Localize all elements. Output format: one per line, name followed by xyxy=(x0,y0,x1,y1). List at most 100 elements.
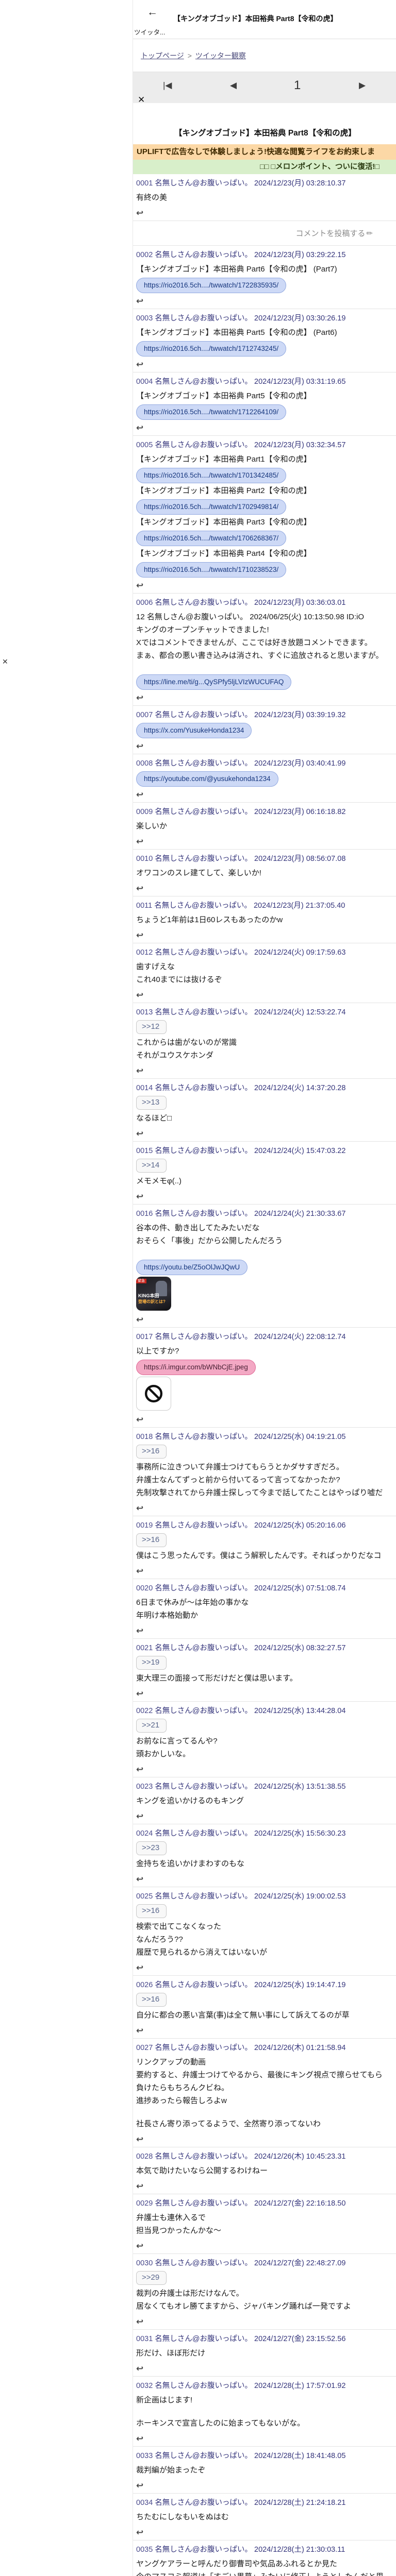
breadcrumb-current-link[interactable]: ツイッター観察 xyxy=(195,52,246,60)
reply-icon[interactable]: ↩ xyxy=(136,790,143,800)
quote-anchor-link[interactable]: >>23 xyxy=(136,1841,167,1855)
close-icon[interactable]: ✕ xyxy=(138,95,145,105)
reply-icon[interactable]: ↩ xyxy=(136,208,143,218)
melon-banner[interactable]: □□ □メロンポイント、ついに復活!□ xyxy=(133,160,396,174)
reply-icon[interactable]: ↩ xyxy=(136,1689,143,1699)
link-pill[interactable]: https://rio2016.5ch..../twwatch/17228359… xyxy=(136,278,287,293)
reply-icon[interactable]: ↩ xyxy=(136,2241,143,2251)
post-number: 0028 xyxy=(136,2153,153,2161)
reply-icon[interactable]: ↩ xyxy=(136,1765,143,1774)
link-pill[interactable]: https://youtu.be/Z5oOlJwJQwU xyxy=(136,1260,248,1275)
reply-icon[interactable]: ↩ xyxy=(136,2364,143,2374)
post-date: 2024/12/23(月) 21:37:05.40 xyxy=(253,902,345,910)
post-date: 2024/12/25(水) 15:56:30.23 xyxy=(254,1829,346,1838)
link-pill[interactable]: https://youtube.com/@yusukehonda1234 xyxy=(136,771,278,787)
link-pill[interactable]: https://rio2016.5ch..../twwatch/17062683… xyxy=(136,531,287,546)
reply-icon[interactable]: ↩ xyxy=(136,837,143,846)
reply-icon[interactable]: ↩ xyxy=(136,2134,143,2144)
post-author: 名無しさん@お腹いっぱい。 xyxy=(155,251,253,259)
quote-anchor-link[interactable]: >>13 xyxy=(136,1096,167,1110)
post-date: 2024/12/23(月) 08:56:07.08 xyxy=(254,855,346,863)
quote-anchor-link[interactable]: >>16 xyxy=(136,1993,167,2007)
reply-row: ↩ xyxy=(136,1192,396,1202)
reply-icon[interactable]: ↩ xyxy=(136,360,143,369)
post-item: 0030 名無しさん@お腹いっぱい。 2024/12/27(金) 22:48:2… xyxy=(133,2254,396,2330)
post-text-line: 自分に都合の悪い言葉(事)は全て無い事にして訴えてるのが草 xyxy=(136,2011,350,2020)
post-date: 2024/12/25(水) 08:32:27.57 xyxy=(254,1644,346,1652)
reply-icon[interactable]: ↩ xyxy=(136,693,143,703)
post-number: 0007 xyxy=(136,711,153,719)
reply-icon[interactable]: ↩ xyxy=(136,990,143,1000)
breadcrumb-home-link[interactable]: トップページ xyxy=(141,52,184,60)
quote-anchor-link[interactable]: >>16 xyxy=(136,1533,167,1547)
post-author: 名無しさん@お腹いっぱい。 xyxy=(155,1981,253,1989)
post-author: 名無しさん@お腹いっぱい。 xyxy=(155,1783,253,1791)
reply-row: ↩ xyxy=(136,1689,396,1699)
reply-icon[interactable]: ↩ xyxy=(136,2181,143,2191)
post-text-line: 検索で出てこなくなった xyxy=(136,1922,222,1931)
reply-icon[interactable]: ↩ xyxy=(136,1066,143,1076)
link-pill[interactable]: https://i.imgur.com/bWNbCjE.jpeg xyxy=(136,1360,256,1375)
reply-icon[interactable]: ↩ xyxy=(136,884,143,893)
link-pill[interactable]: https://x.com/YusukeHonda1234 xyxy=(136,723,252,738)
reply-icon[interactable]: ↩ xyxy=(136,2026,143,2036)
reply-icon[interactable]: ↩ xyxy=(136,1192,143,1201)
post-text-line: 事務所に泣きついて弁護士つけてもらうとかダサすぎだろ。 xyxy=(136,1463,344,1471)
reply-icon[interactable]: ↩ xyxy=(136,1315,143,1325)
link-pill[interactable]: https://line.me/ti/g...QySPfy5ljLVIzWUCU… xyxy=(136,674,292,690)
comment-post-bar[interactable]: コメントを投稿する ✏ xyxy=(133,221,396,246)
close-icon[interactable]: ✕ xyxy=(2,657,8,666)
blocked-image-placeholder[interactable] xyxy=(136,1377,171,1411)
thumbnail-row: 緊急 KING本田 登場の訳とは? xyxy=(136,1277,396,1311)
reply-icon[interactable]: ↩ xyxy=(136,2481,143,2490)
post-date: 2024/12/24(火) 22:08:12.74 xyxy=(254,1333,346,1341)
reply-icon[interactable]: ↩ xyxy=(136,296,143,306)
thumbnail-caption-line: 登場の訳とは? xyxy=(138,1299,166,1304)
reply-icon[interactable]: ↩ xyxy=(136,741,143,751)
post-author: 名無しさん@お腹いっぱい。 xyxy=(155,314,253,323)
reply-icon[interactable]: ↩ xyxy=(136,930,143,940)
quote-anchor-link[interactable]: >>16 xyxy=(136,1445,167,1459)
next-page-icon[interactable]: ▶ xyxy=(359,80,366,91)
link-pill[interactable]: https://rio2016.5ch..../twwatch/17122641… xyxy=(136,404,287,420)
reply-row: ↩ xyxy=(136,581,396,591)
reply-icon[interactable]: ↩ xyxy=(136,1415,143,1425)
post-number: 0021 xyxy=(136,1644,153,1652)
quote-anchor-link[interactable]: >>19 xyxy=(136,1656,167,1670)
reply-icon[interactable]: ↩ xyxy=(136,1129,143,1139)
post-author: 名無しさん@お腹いっぱい。 xyxy=(155,1644,253,1652)
link-pill[interactable]: https://rio2016.5ch..../twwatch/17029498… xyxy=(136,499,287,515)
link-pill[interactable]: https://rio2016.5ch..../twwatch/17102385… xyxy=(136,562,287,578)
post-text-line: ヤングケアラーと呼んだり御曹司や気品あふれるとか見た xyxy=(136,2560,338,2568)
post-header: 0016 名無しさん@お腹いっぱい。 2024/12/24(火) 21:30:3… xyxy=(136,1209,396,1219)
reply-icon[interactable]: ↩ xyxy=(136,1963,143,1973)
reply-icon[interactable]: ↩ xyxy=(136,1626,143,1636)
reply-row: ↩ xyxy=(136,2364,396,2374)
reply-icon[interactable]: ↩ xyxy=(136,2317,143,2327)
quote-anchor-link[interactable]: >>21 xyxy=(136,1719,167,1733)
post-date: 2024/12/26(木) 01:21:58.94 xyxy=(254,2044,346,2052)
post-date: 2024/12/23(月) 03:40:41.99 xyxy=(254,759,346,768)
reply-icon[interactable]: ↩ xyxy=(136,1811,143,1821)
post-number: 0033 xyxy=(136,2452,153,2460)
youtube-thumbnail[interactable]: 緊急 KING本田 登場の訳とは? xyxy=(136,1277,171,1311)
quote-anchor-link[interactable]: >>14 xyxy=(136,1159,167,1173)
reply-icon[interactable]: ↩ xyxy=(136,581,143,590)
post-item: 0013 名無しさん@お腹いっぱい。 2024/12/24(火) 12:53:2… xyxy=(133,1003,396,1079)
link-pill[interactable]: https://rio2016.5ch..../twwatch/17127432… xyxy=(136,341,287,357)
quote-anchor-link[interactable]: >>16 xyxy=(136,1904,167,1918)
reply-icon[interactable]: ↩ xyxy=(136,1503,143,1513)
quote-anchor-link[interactable]: >>12 xyxy=(136,1020,167,1034)
quote-anchor-link[interactable]: >>29 xyxy=(136,2271,167,2285)
reply-icon[interactable]: ↩ xyxy=(136,2434,143,2444)
reply-icon[interactable]: ↩ xyxy=(136,423,143,433)
link-pill[interactable]: https://rio2016.5ch..../twwatch/17013424… xyxy=(136,468,287,483)
back-arrow-icon[interactable]: ← xyxy=(147,6,158,19)
first-page-icon[interactable]: |◀ xyxy=(163,80,172,91)
reply-icon[interactable]: ↩ xyxy=(136,1874,143,1884)
prev-page-icon[interactable]: ◀ xyxy=(230,80,237,91)
reply-icon[interactable]: ↩ xyxy=(136,1566,143,1576)
uplift-banner[interactable]: UPLIFTで広告なしで体験しましょう!快適な閲覧ライフをお約束しま xyxy=(133,144,396,160)
reply-row: ↩ xyxy=(136,2528,396,2538)
reply-icon[interactable]: ↩ xyxy=(136,2528,143,2537)
